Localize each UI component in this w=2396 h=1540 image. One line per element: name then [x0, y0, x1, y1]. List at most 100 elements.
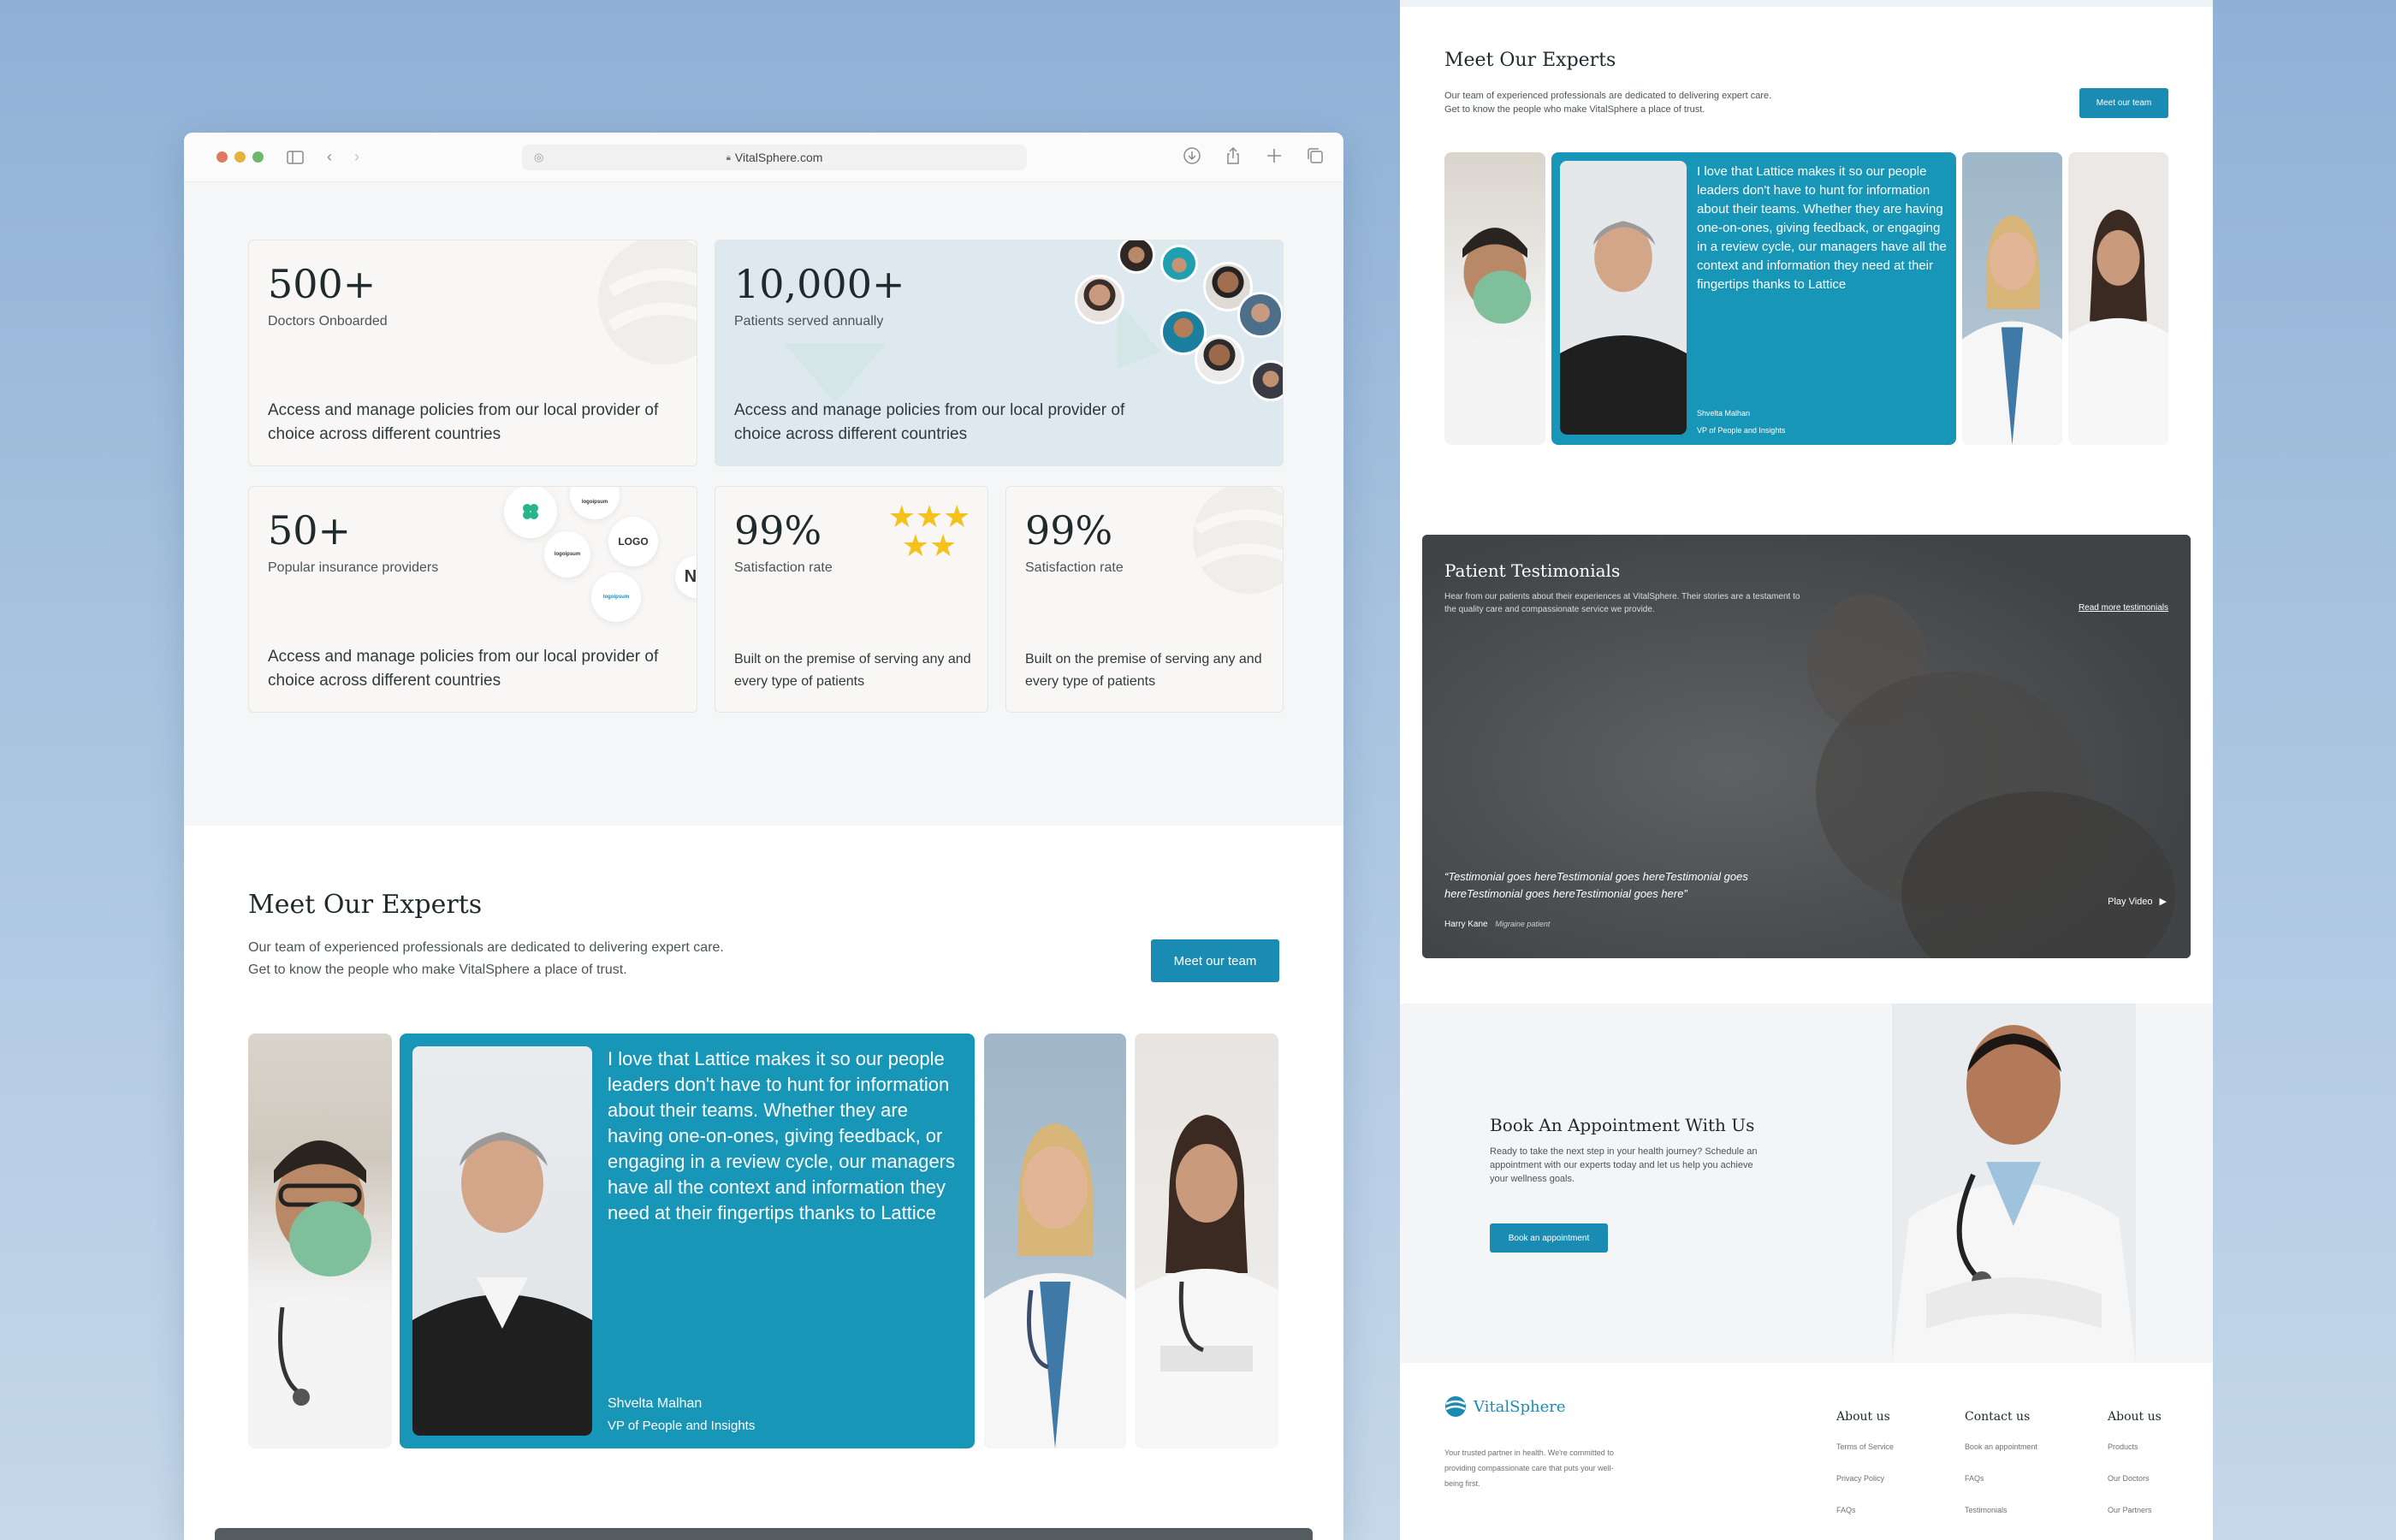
star-row-bottom: ★★ [901, 528, 958, 563]
book-appointment-section: Book An Appointment With Us Ready to tak… [1400, 1004, 2213, 1363]
footer-link[interactable]: Our Partners [2108, 1506, 2152, 1514]
section-title: Book An Appointment With Us [1490, 1115, 1755, 1135]
testimonial-quote: “Testimonial goes hereTestimonial goes h… [1444, 870, 1748, 900]
play-video-button[interactable]: Play Video ▶ [2108, 896, 2167, 908]
author-name: Harry Kane [1444, 920, 1488, 929]
footer-link[interactable]: FAQs [1965, 1474, 1984, 1483]
stat-description: Access and manage policies from our loca… [734, 401, 1125, 443]
forward-arrow-icon[interactable]: › [347, 148, 366, 167]
testimonial-quote: I love that Lattice makes it so our peop… [1697, 164, 1947, 292]
stat-number: 50+ [268, 507, 352, 554]
section-description: Ready to take the next step in your heal… [1490, 1146, 1758, 1184]
section-description: Hear from our patients about their exper… [1444, 592, 1800, 614]
read-more-testimonials-link[interactable]: Read more testimonials [2079, 603, 2168, 613]
tab-overview-icon[interactable] [1306, 146, 1325, 165]
footer-brand[interactable]: VitalSphere [1444, 1395, 1566, 1418]
footer-link[interactable]: Products [2108, 1442, 2138, 1451]
footer-link[interactable]: Testimonials [1965, 1506, 2008, 1514]
patient-avatar [1237, 292, 1283, 338]
browser-window: ‹ › ◎ 🔒︎ VitalSphere.com 500+ Doctors On… [184, 133, 1343, 1540]
browser-toolbar: ‹ › ◎ 🔒︎ VitalSphere.com [184, 133, 1343, 182]
browser-actions [1183, 146, 1325, 165]
section-title: Patient Testimonials [1444, 560, 1621, 581]
expert-photo [1962, 152, 2062, 445]
expert-photo [1444, 152, 1545, 445]
back-arrow-icon[interactable]: ‹ [320, 148, 339, 167]
close-window-button[interactable] [216, 151, 228, 163]
address-bar[interactable]: ◎ 🔒︎ VitalSphere.com [522, 145, 1027, 170]
section-title: Meet Our Experts [248, 890, 483, 920]
stat-number: 99% [1025, 507, 1113, 554]
female-doctor-illustration [1135, 1115, 1278, 1448]
woman-expert-illustration [1560, 221, 1687, 435]
star-row-top: ★★★ [887, 499, 971, 534]
stat-description: Built on the premise of serving any and … [1025, 652, 1262, 689]
insurance-logo [504, 487, 557, 538]
author-role: VP of People and Insights [1697, 426, 1786, 435]
decorative-globe-icon [598, 240, 697, 364]
doctor-photo [1892, 1004, 2136, 1363]
stat-description: Access and manage policies from our loca… [268, 648, 659, 690]
meet-our-team-button[interactable]: Meet our team [2079, 88, 2168, 118]
testimonial-author: Shvelta Malhan VP of People and Insights [608, 1393, 755, 1437]
footer-link[interactable]: FAQs [1836, 1506, 1856, 1514]
play-icon: ▶ [2159, 897, 2167, 907]
insurance-logo: LOGO [608, 517, 658, 566]
download-icon[interactable] [1183, 146, 1201, 165]
patient-avatar [1075, 275, 1124, 324]
brand-name: VitalSphere [1474, 1397, 1566, 1416]
insurance-logo: logoipsum [591, 572, 641, 622]
female-doctor-illustration [1962, 216, 2062, 445]
patient-avatar [1195, 335, 1244, 384]
stat-card-satisfaction: ★★★ ★★ 99% Satisfaction rate Built on th… [715, 486, 988, 713]
patient-testimonials-section: Patient Testimonials Hear from our patie… [1422, 535, 2191, 958]
sidebar-toggle-icon[interactable] [286, 148, 305, 167]
male-doctor-illustration [1892, 1025, 2136, 1363]
new-tab-icon[interactable] [1265, 146, 1284, 165]
expert-testimonial-card: I love that Lattice makes it so our peop… [400, 1034, 975, 1448]
footer-link[interactable]: Privacy Policy [1836, 1474, 1884, 1483]
footer-column-title: About us [2108, 1410, 2162, 1424]
testimonial-author: Shvelta Malhan VP of People and Insights [1697, 405, 1785, 439]
share-icon[interactable] [1224, 146, 1242, 165]
expert-photo [984, 1034, 1126, 1448]
stat-number: 99% [734, 507, 822, 554]
insurance-logo: N [675, 555, 697, 598]
expert-photo [2068, 152, 2168, 445]
author-note: Migraine patient [1495, 920, 1551, 928]
stat-description: Access and manage policies from our loca… [268, 401, 659, 443]
patient-avatar [1160, 245, 1198, 282]
maximize-window-button[interactable] [252, 151, 264, 163]
stat-label: Satisfaction rate [1025, 560, 1124, 575]
stat-number: 500+ [268, 261, 377, 307]
stat-card-patients: 10,000+ Patients served annually Access … [715, 240, 1284, 466]
play-video-label: Play Video [2108, 896, 2153, 907]
expert-photo [1560, 161, 1687, 435]
stat-card-doctors: 500+ Doctors Onboarded Access and manage… [248, 240, 697, 466]
lock-icon: 🔒︎ [726, 152, 731, 163]
expert-testimonial-card: I love that Lattice makes it so our peop… [1551, 152, 1956, 445]
woman-expert-illustration [412, 1132, 592, 1436]
section-title: Meet Our Experts [1444, 50, 1616, 71]
stat-number: 10,000+ [734, 261, 905, 307]
footer-link[interactable]: Book an appointment [1965, 1442, 2037, 1451]
footer-link[interactable]: Our Doctors [2108, 1474, 2150, 1483]
female-doctor-illustration [2068, 209, 2168, 445]
doctor-with-mask-illustration [248, 1140, 392, 1448]
insurance-logo: logoipsum [570, 487, 620, 519]
stat-description: Built on the premise of serving any and … [734, 652, 971, 689]
window-controls [216, 151, 264, 163]
book-appointment-button[interactable]: Book an appointment [1490, 1223, 1608, 1253]
author-name: Shvelta Malhan [608, 1396, 703, 1411]
doctor-with-mask-illustration [1444, 228, 1545, 445]
stat-card-satisfaction-2: 99% Satisfaction rate Built on the premi… [1005, 486, 1284, 713]
expert-photo [412, 1046, 592, 1436]
footer-link[interactable]: Terms of Service [1836, 1442, 1894, 1451]
star-rating: ★★★ ★★ [882, 499, 976, 563]
minimize-window-button[interactable] [234, 151, 246, 163]
meet-our-team-button[interactable]: Meet our team [1151, 939, 1279, 982]
female-doctor-illustration [984, 1123, 1126, 1448]
url-text: VitalSphere.com [734, 151, 823, 164]
section-description: Our team of experienced professionals ar… [248, 940, 724, 977]
stat-label: Satisfaction rate [734, 560, 833, 575]
